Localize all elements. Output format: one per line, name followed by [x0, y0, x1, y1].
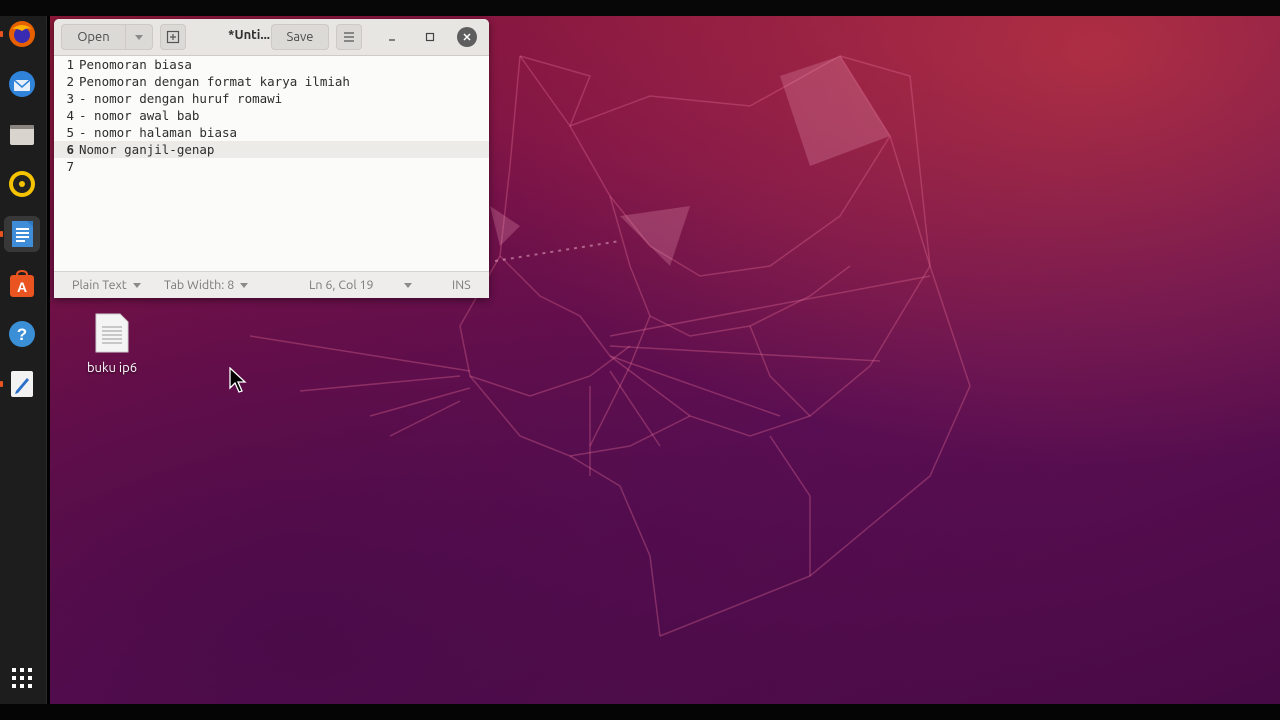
svg-text:A: A	[17, 279, 27, 295]
thunderbird-icon	[9, 71, 35, 97]
dock: A ?	[0, 16, 47, 704]
dock-ubuntu-software[interactable]: A	[4, 266, 40, 302]
close-button[interactable]	[457, 27, 477, 47]
chevron-down-icon	[403, 282, 412, 288]
text-editor-window: Open *Unti... Save 1 Penomoran biasa 2 P…	[54, 19, 489, 298]
editor-line-current: 6 Nomor ganjil-genap	[54, 141, 489, 158]
maximize-icon	[425, 32, 435, 42]
new-document-icon	[166, 30, 180, 44]
desktop-file-buku-ip6[interactable]: buku ip6	[82, 313, 142, 375]
dock-libreoffice-writer[interactable]	[0, 216, 40, 252]
minimize-button[interactable]	[382, 27, 402, 47]
firefox-icon	[9, 21, 35, 47]
bottom-bar	[0, 704, 1280, 720]
line-text: Penomoran dengan format karya ilmiah	[79, 74, 350, 89]
language-label: Plain Text	[72, 278, 127, 292]
line-number: 4	[66, 108, 74, 123]
grid-icon	[12, 668, 32, 688]
dock-text-editor[interactable]	[0, 366, 40, 402]
line-number: 5	[66, 125, 74, 140]
line-text: Penomoran biasa	[79, 57, 192, 72]
dock-firefox[interactable]	[0, 16, 40, 52]
text-area[interactable]: 1 Penomoran biasa 2 Penomoran dengan for…	[54, 56, 489, 271]
tab-width-label: Tab Width: 8	[164, 278, 235, 292]
dock-rhythmbox[interactable]	[4, 166, 40, 202]
ubuntu-software-icon: A	[10, 269, 34, 297]
files-icon	[10, 125, 34, 145]
open-button-label: Open	[77, 30, 110, 44]
line-number: 3	[66, 91, 74, 106]
header-bar: Open *Unti... Save	[54, 19, 489, 56]
line-number: 7	[66, 159, 74, 174]
menu-icon	[344, 32, 354, 42]
line-number: 6	[66, 142, 74, 157]
svg-text:?: ?	[17, 325, 27, 344]
line-text: - nomor halaman biasa	[79, 125, 238, 140]
chevron-down-icon	[135, 34, 143, 40]
editor-line: 2 Penomoran dengan format karya ilmiah	[54, 73, 489, 90]
mouse-pointer-icon	[229, 367, 247, 393]
line-text: - nomor awal bab	[79, 108, 200, 123]
minimize-icon	[389, 39, 395, 41]
help-icon: ?	[9, 321, 35, 347]
top-bar	[0, 0, 1280, 16]
save-button[interactable]: Save	[271, 24, 329, 50]
dock-files[interactable]	[4, 116, 40, 152]
editor-line: 4 - nomor awal bab	[54, 107, 489, 124]
status-bar: Plain Text Tab Width: 8 Ln 6, Col 19 INS	[54, 271, 489, 298]
libreoffice-writer-icon	[12, 221, 33, 247]
chevron-down-icon	[240, 282, 249, 288]
editor-line: 3 - nomor dengan huruf romawi	[54, 90, 489, 107]
tab-width-selector[interactable]: Tab Width: 8	[164, 278, 249, 292]
new-tab-button[interactable]	[160, 24, 186, 50]
dock-help[interactable]: ?	[4, 316, 40, 352]
rhythmbox-icon	[9, 171, 35, 197]
language-selector[interactable]: Plain Text	[72, 278, 141, 292]
dock-thunderbird[interactable]	[4, 66, 40, 102]
line-text: - nomor dengan huruf romawi	[79, 91, 283, 106]
open-button[interactable]: Open	[61, 24, 126, 50]
show-applications-button[interactable]	[4, 660, 40, 696]
text-editor-icon	[11, 371, 33, 397]
insert-mode-label: INS	[452, 278, 471, 292]
cursor-position-label: Ln 6, Col 19	[309, 278, 374, 292]
desktop-file-label: buku ip6	[86, 361, 138, 375]
editor-line: 5 - nomor halaman biasa	[54, 124, 489, 141]
save-button-label: Save	[286, 30, 314, 44]
maximize-button[interactable]	[420, 27, 440, 47]
chevron-down-icon	[132, 282, 141, 288]
open-menu-button[interactable]	[125, 24, 153, 50]
line-number: 1	[66, 57, 74, 72]
hamburger-menu-button[interactable]	[336, 24, 362, 50]
editor-line: 7	[54, 158, 489, 175]
insert-mode-indicator: INS	[452, 278, 471, 292]
text-file-icon	[95, 313, 129, 353]
editor-line: 1 Penomoran biasa	[54, 56, 489, 73]
close-icon	[463, 33, 471, 41]
line-number: 2	[66, 74, 74, 89]
cursor-position-selector[interactable]: Ln 6, Col 19	[309, 278, 412, 292]
line-text: Nomor ganjil-genap	[79, 142, 215, 157]
